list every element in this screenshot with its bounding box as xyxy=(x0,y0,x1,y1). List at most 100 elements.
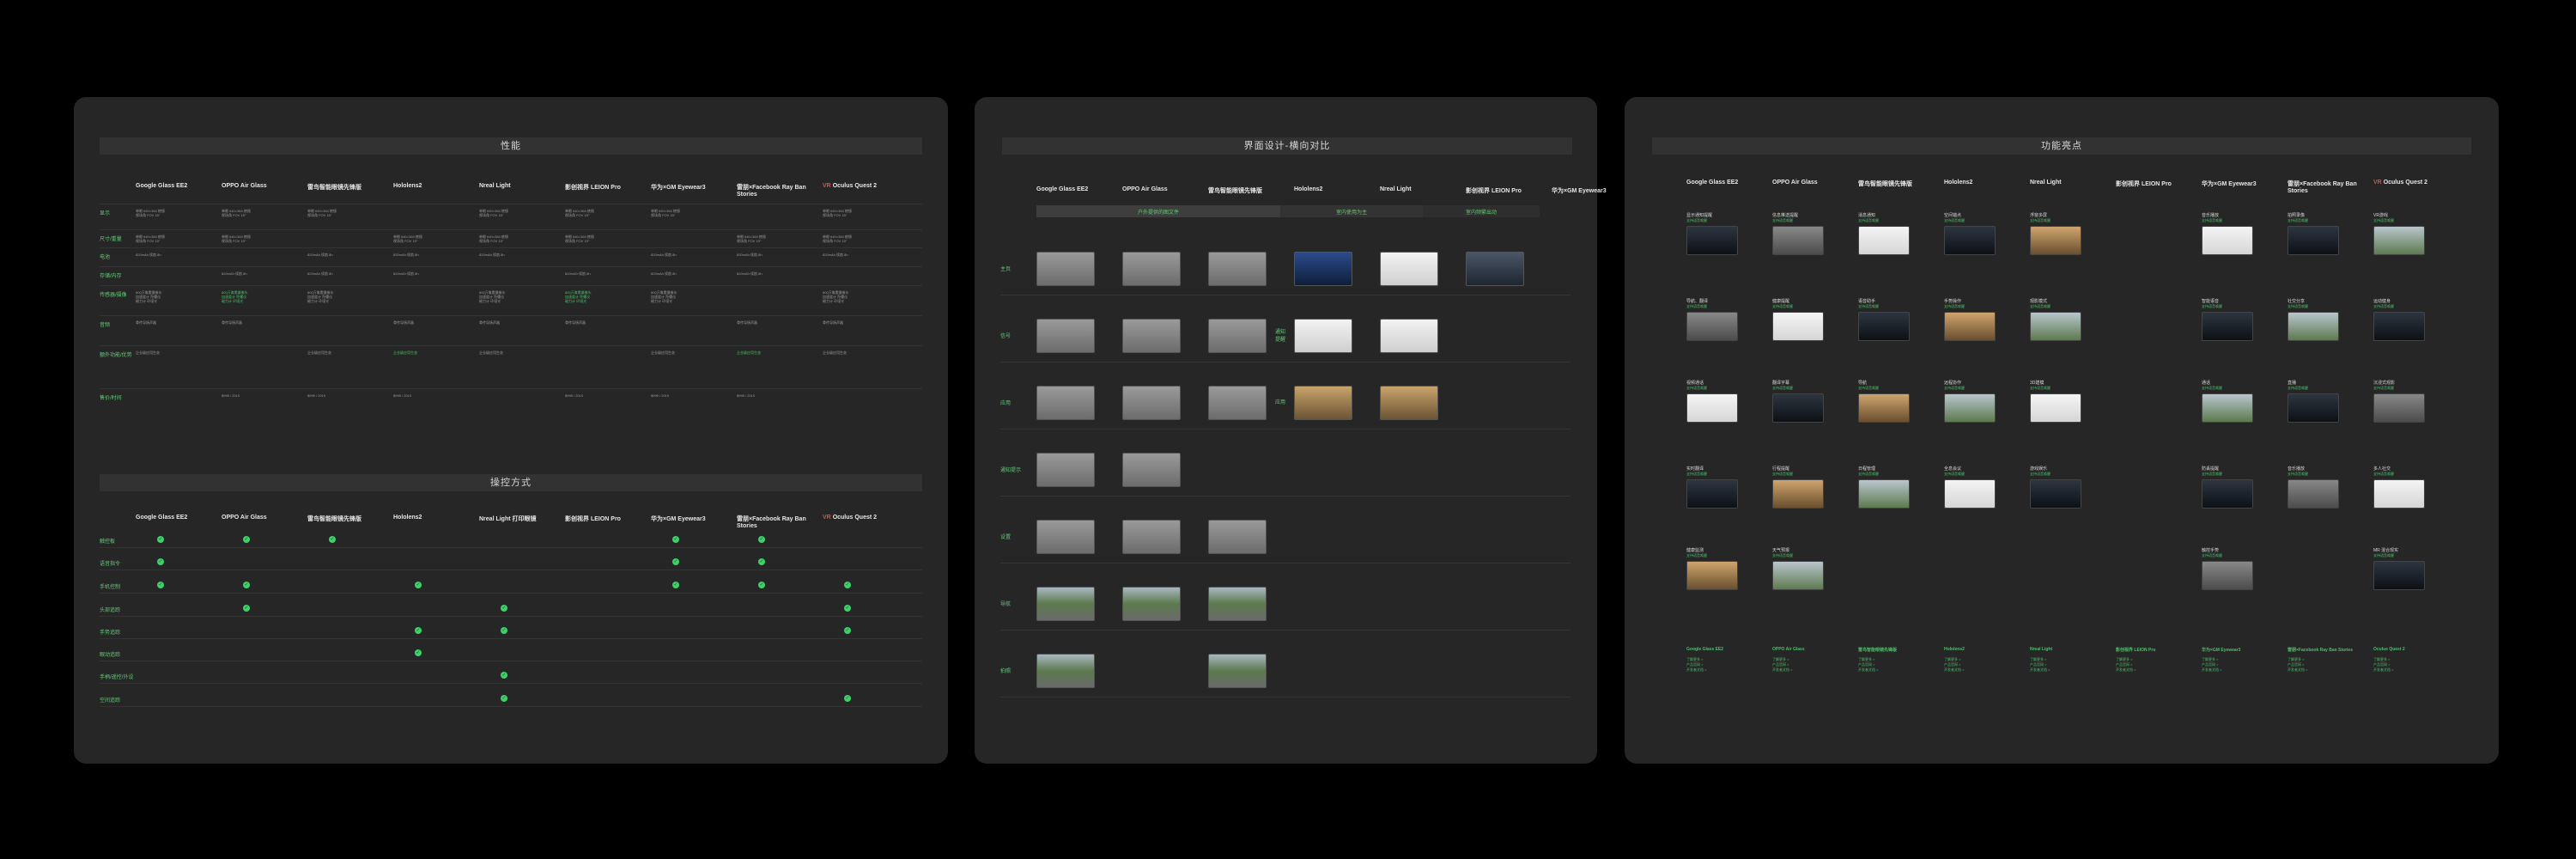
feature-image[interactable] xyxy=(2287,312,2339,341)
perf-cell: 骨传导扬声器 xyxy=(479,320,500,325)
ui-screenshot-thumbnail[interactable] xyxy=(1036,319,1095,353)
ui-screenshot-thumbnail[interactable] xyxy=(1380,319,1438,353)
feature-image[interactable] xyxy=(1944,226,1996,255)
feature-image[interactable] xyxy=(1772,393,1824,423)
feature-image[interactable] xyxy=(2202,312,2253,341)
perf-header-2: 雷鸟智能眼镜先锋版 xyxy=(307,183,388,192)
feature-subtitle: 支持语音唤醒 xyxy=(2202,553,2222,557)
feature-image[interactable] xyxy=(2202,561,2253,590)
feature-image[interactable] xyxy=(2202,226,2253,255)
footer-links[interactable]: 了解更多 > 产品官网 > 开发者文档 > xyxy=(1858,657,1878,673)
feature-image[interactable] xyxy=(2030,312,2081,341)
ui-screenshot-thumbnail[interactable] xyxy=(1208,252,1267,286)
perf-cell: 820mAh 续航 8h xyxy=(393,271,419,276)
feature-image[interactable] xyxy=(2373,393,2425,423)
check-icon: ✓ xyxy=(672,536,679,543)
feature-title: 健康监测 xyxy=(1686,548,1704,553)
feature-image[interactable] xyxy=(2287,226,2339,255)
ui-screenshot-thumbnail[interactable] xyxy=(1466,252,1524,286)
footer-device-name: Oculus Quest 2 xyxy=(2373,647,2405,652)
perf-cell: 820mAh 续航 8h xyxy=(393,253,419,257)
perf-row-label: 传感器/摄像 xyxy=(100,293,127,298)
footer-links[interactable]: 了解更多 > 产品官网 > 开发者文档 > xyxy=(1686,657,1706,673)
feature-image[interactable] xyxy=(1858,312,1910,341)
feature-title: 直播 xyxy=(2287,381,2297,386)
segment-frequent[interactable]: 室内频繁出动 xyxy=(1423,205,1540,217)
segment-outdoor[interactable]: 户外提供的图文件 xyxy=(1036,205,1280,217)
feature-subtitle: 支持语音唤醒 xyxy=(2287,472,2308,476)
feature-image[interactable] xyxy=(2030,226,2081,255)
feature-image[interactable] xyxy=(1686,226,1738,255)
ui-row-label: 设置 xyxy=(1000,535,1012,540)
ui-screenshot-thumbnail[interactable] xyxy=(1122,453,1181,487)
feature-image[interactable] xyxy=(2373,226,2425,255)
feature-image[interactable] xyxy=(1944,312,1996,341)
feature-image[interactable] xyxy=(1858,226,1910,255)
feature-title: 日程管理 xyxy=(1858,466,1876,472)
device-name: Oculus Quest 2 xyxy=(2383,180,2428,186)
feature-title: 健康提醒 xyxy=(1772,299,1790,304)
feature-image[interactable] xyxy=(2287,479,2339,509)
feature-image[interactable] xyxy=(2202,479,2253,509)
feature-image[interactable] xyxy=(2287,393,2339,423)
feature-image[interactable] xyxy=(1772,312,1824,341)
ui-screenshot-thumbnail[interactable] xyxy=(1208,386,1267,420)
ui-screenshot-thumbnail[interactable] xyxy=(1380,252,1438,286)
feature-image[interactable] xyxy=(1686,561,1738,590)
ui-screenshot-thumbnail[interactable] xyxy=(1036,386,1095,420)
perf-cell: 单眼 640×360 棱镜 视场角 FOV 15° xyxy=(823,209,852,217)
perf-row-label: 显示 xyxy=(100,211,111,216)
ui-screenshot-thumbnail[interactable] xyxy=(1036,587,1095,621)
feature-title: 视频通话 xyxy=(1686,381,1704,386)
segment-indoor[interactable]: 室内使用为主 xyxy=(1280,205,1423,217)
feature-image[interactable] xyxy=(1686,312,1738,341)
feature-image[interactable] xyxy=(2373,479,2425,509)
feature-image[interactable] xyxy=(2030,393,2081,423)
footer-links[interactable]: 了解更多 > 产品官网 > 开发者文档 > xyxy=(1772,657,1792,673)
ui-screenshot-thumbnail[interactable] xyxy=(1122,252,1181,286)
feature-image[interactable] xyxy=(1944,393,1996,423)
ui-screenshot-thumbnail[interactable] xyxy=(1294,319,1352,353)
ui-screenshot-thumbnail[interactable] xyxy=(1036,654,1095,688)
feature-image[interactable] xyxy=(2202,393,2253,423)
perf-cell: 820mAh 续航 8h xyxy=(651,253,677,257)
feature-image[interactable] xyxy=(1858,393,1910,423)
footer-links[interactable]: 了解更多 > 产品官网 > 开发者文档 > xyxy=(2030,657,2050,673)
ui-screenshot-thumbnail[interactable] xyxy=(1122,386,1181,420)
feature-image[interactable] xyxy=(2030,479,2081,509)
feature-subtitle: 支持语音唤醒 xyxy=(1858,304,1879,308)
ui-screenshot-thumbnail[interactable] xyxy=(1036,453,1095,487)
ui-screenshot-thumbnail[interactable] xyxy=(1208,319,1267,353)
ui-screenshot-thumbnail[interactable] xyxy=(1208,587,1267,621)
ui-screenshot-thumbnail[interactable] xyxy=(1380,386,1438,420)
footer-links[interactable]: 了解更多 > 产品官网 > 开发者文档 > xyxy=(2116,657,2136,673)
ui-screenshot-thumbnail[interactable] xyxy=(1122,319,1181,353)
ui-screenshot-thumbnail[interactable] xyxy=(1294,252,1352,286)
ui-screenshot-thumbnail[interactable] xyxy=(1294,386,1352,420)
footer-links[interactable]: 了解更多 > 产品官网 > 开发者文档 > xyxy=(1944,657,1964,673)
feature-image[interactable] xyxy=(1686,479,1738,509)
ui-screenshot-thumbnail[interactable] xyxy=(1036,520,1095,554)
feature-image[interactable] xyxy=(1858,479,1910,509)
ui-screenshot-thumbnail[interactable] xyxy=(1208,520,1267,554)
footer-links[interactable]: 了解更多 > 产品官网 > 开发者文档 > xyxy=(2287,657,2307,673)
perf-cell: $999 / 2019 xyxy=(651,393,670,398)
ui-screenshot-thumbnail[interactable] xyxy=(1122,587,1181,621)
feature-image[interactable] xyxy=(2373,312,2425,341)
perf-cell: 单眼 640×360 棱镜 视场角 FOV 15° xyxy=(222,235,251,243)
feature-highlights-title: 功能亮点 xyxy=(1652,137,2471,155)
feature-header-3: Hololens2 xyxy=(1944,180,2025,186)
feature-image[interactable] xyxy=(1944,479,1996,509)
feature-image[interactable] xyxy=(1772,561,1824,590)
ui-screenshot-thumbnail[interactable] xyxy=(1036,252,1095,286)
feature-image[interactable] xyxy=(2373,561,2425,590)
feature-title: 触控手势 xyxy=(2202,548,2220,553)
feature-image[interactable] xyxy=(1772,226,1824,255)
ui-screenshot-thumbnail[interactable] xyxy=(1208,654,1267,688)
footer-links[interactable]: 了解更多 > 产品官网 > 开发者文档 > xyxy=(2202,657,2221,673)
feature-image[interactable] xyxy=(1686,393,1738,423)
ui-screenshot-thumbnail[interactable] xyxy=(1122,520,1181,554)
feature-image[interactable] xyxy=(1772,479,1824,509)
footer-links[interactable]: 了解更多 > 产品官网 > 开发者文档 > xyxy=(2373,657,2393,673)
device-name: 华为×GM Eyewear3 xyxy=(651,185,706,191)
